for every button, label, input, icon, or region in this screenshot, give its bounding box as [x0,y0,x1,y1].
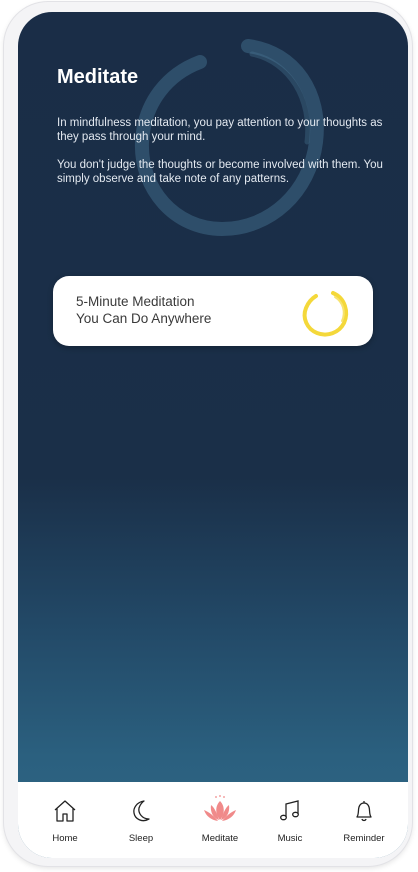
meditation-session-card[interactable]: 5-Minute Meditation You Can Do Anywhere [53,276,373,346]
tab-reminder[interactable]: Reminder [329,782,399,858]
tab-home[interactable]: Home [30,782,100,858]
enso-circle-icon [302,291,349,337]
tab-music[interactable]: Music [255,782,325,858]
music-note-icon [280,800,299,821]
tab-meditate[interactable]: Meditate [185,782,255,858]
bell-icon [356,801,372,822]
description-paragraph-2: You don't judge the thoughts or become i… [57,159,383,185]
tab-home-label: Home [52,833,78,844]
meditate-screen: Meditate In mindfulness meditation, you … [18,12,408,858]
page-title: Meditate [57,66,139,88]
tab-sleep-label: Sleep [128,833,154,844]
home-icon [54,800,76,822]
phone-frame: Meditate In mindfulness meditation, you … [4,2,412,866]
tab-meditate-label: Meditate [201,833,239,844]
description-paragraph-1: In mindfulness meditation, you pay atten… [57,117,383,143]
session-subtitle: You Can Do Anywhere [76,311,212,326]
tab-sleep[interactable]: Sleep [106,782,176,858]
moon-icon [133,800,150,822]
bottom-tab-bar: Home Sleep Meditate Music Reminder [18,782,408,858]
lotus-icon [204,795,236,821]
tab-reminder-label: Reminder [343,833,385,844]
session-title: 5-Minute Meditation [76,294,195,309]
tab-music-label: Music [277,833,303,844]
